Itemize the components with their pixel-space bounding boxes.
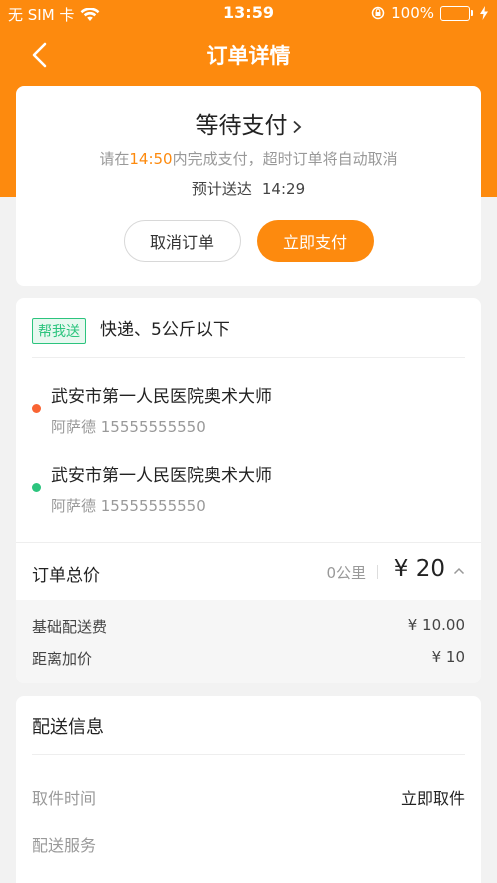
pickup-time-row: 取件时间 立即取件 [32, 785, 465, 809]
eta-time: 14:29 [261, 180, 306, 198]
delivery-info-card: 配送信息 取件时间 立即取件 配送服务 [16, 696, 481, 883]
order-status-heading[interactable]: 等待支付 [16, 106, 481, 140]
info-label: 取件时间 [32, 789, 97, 808]
nav-bar: 订单详情 [0, 30, 497, 80]
pay-now-button[interactable]: 立即支付 [256, 220, 374, 262]
cancel-order-button[interactable]: 取消订单 [123, 220, 241, 262]
delivery-divider [32, 754, 465, 755]
pickup-contact: 阿萨德 15555555550 [51, 418, 206, 436]
rotation-lock-icon [371, 6, 385, 20]
breakdown-row: 距离加价 ¥ 10 [32, 648, 465, 670]
status-bar: 无 SIM 卡 13:59 100% [0, 0, 497, 28]
order-info-card: 帮我送 快递、5公斤以下 武安市第一人民医院奥术大师 阿萨德 155555555… [16, 298, 481, 683]
price-breakdown: 基础配送费 ¥ 10.00 距离加价 ¥ 10 [16, 600, 481, 683]
breakdown-value: ¥ 10 [431, 648, 465, 666]
order-status-card: 等待支付 请在14:50内完成支付，超时订单将自动取消 预计送达 14:29 取消… [16, 86, 481, 286]
breakdown-label: 距离加价 [32, 650, 93, 668]
total-price: ¥ 20 [393, 556, 445, 582]
pickup-name: 武安市第一人民医院奥术大师 [51, 387, 272, 407]
breakdown-value: ¥ 10.00 [407, 616, 465, 634]
eta-label: 预计送达 [191, 180, 252, 198]
dropoff-contact: 阿萨德 15555555550 [51, 497, 206, 515]
eta-text: 预计送达 14:29 [16, 178, 481, 199]
service-tag: 帮我送 [32, 318, 86, 344]
dropoff-name: 武安市第一人民医院奥术大师 [51, 466, 272, 486]
chevron-up-icon[interactable] [453, 566, 465, 576]
breakdown-row: 基础配送费 ¥ 10.00 [32, 616, 465, 638]
service-row: 帮我送 快递、5公斤以下 [32, 318, 465, 358]
total-divider [377, 565, 378, 579]
info-label: 配送服务 [32, 836, 97, 855]
battery-icon [440, 5, 473, 21]
order-total-row[interactable]: 订单总价 0公里 ¥ 20 [16, 542, 481, 600]
info-value: 立即取件 [400, 789, 465, 808]
total-label: 订单总价 [32, 566, 100, 586]
order-status-text: 等待支付 [195, 113, 288, 139]
service-type: 快递、5公斤以下 [100, 320, 230, 340]
delivery-title: 配送信息 [32, 717, 104, 738]
delivery-service-row: 配送服务 [32, 832, 465, 856]
total-distance: 0公里 [326, 564, 366, 582]
chevron-right-icon [292, 120, 301, 133]
breakdown-label: 基础配送费 [32, 618, 108, 636]
battery-percent: 100% [391, 4, 434, 22]
deadline-suffix: 内完成支付，超时订单将自动取消 [172, 150, 398, 168]
payment-deadline-text: 请在14:50内完成支付，超时订单将自动取消 [16, 148, 481, 169]
action-buttons: 取消订单 立即支付 [16, 220, 481, 262]
deadline-time: 14:50 [129, 150, 173, 168]
pickup-dot-icon [32, 404, 41, 413]
status-right: 100% [371, 4, 489, 22]
page-title: 订单详情 [206, 44, 291, 68]
charging-icon [480, 6, 488, 20]
deadline-prefix: 请在 [99, 150, 130, 168]
dropoff-dot-icon [32, 483, 41, 492]
